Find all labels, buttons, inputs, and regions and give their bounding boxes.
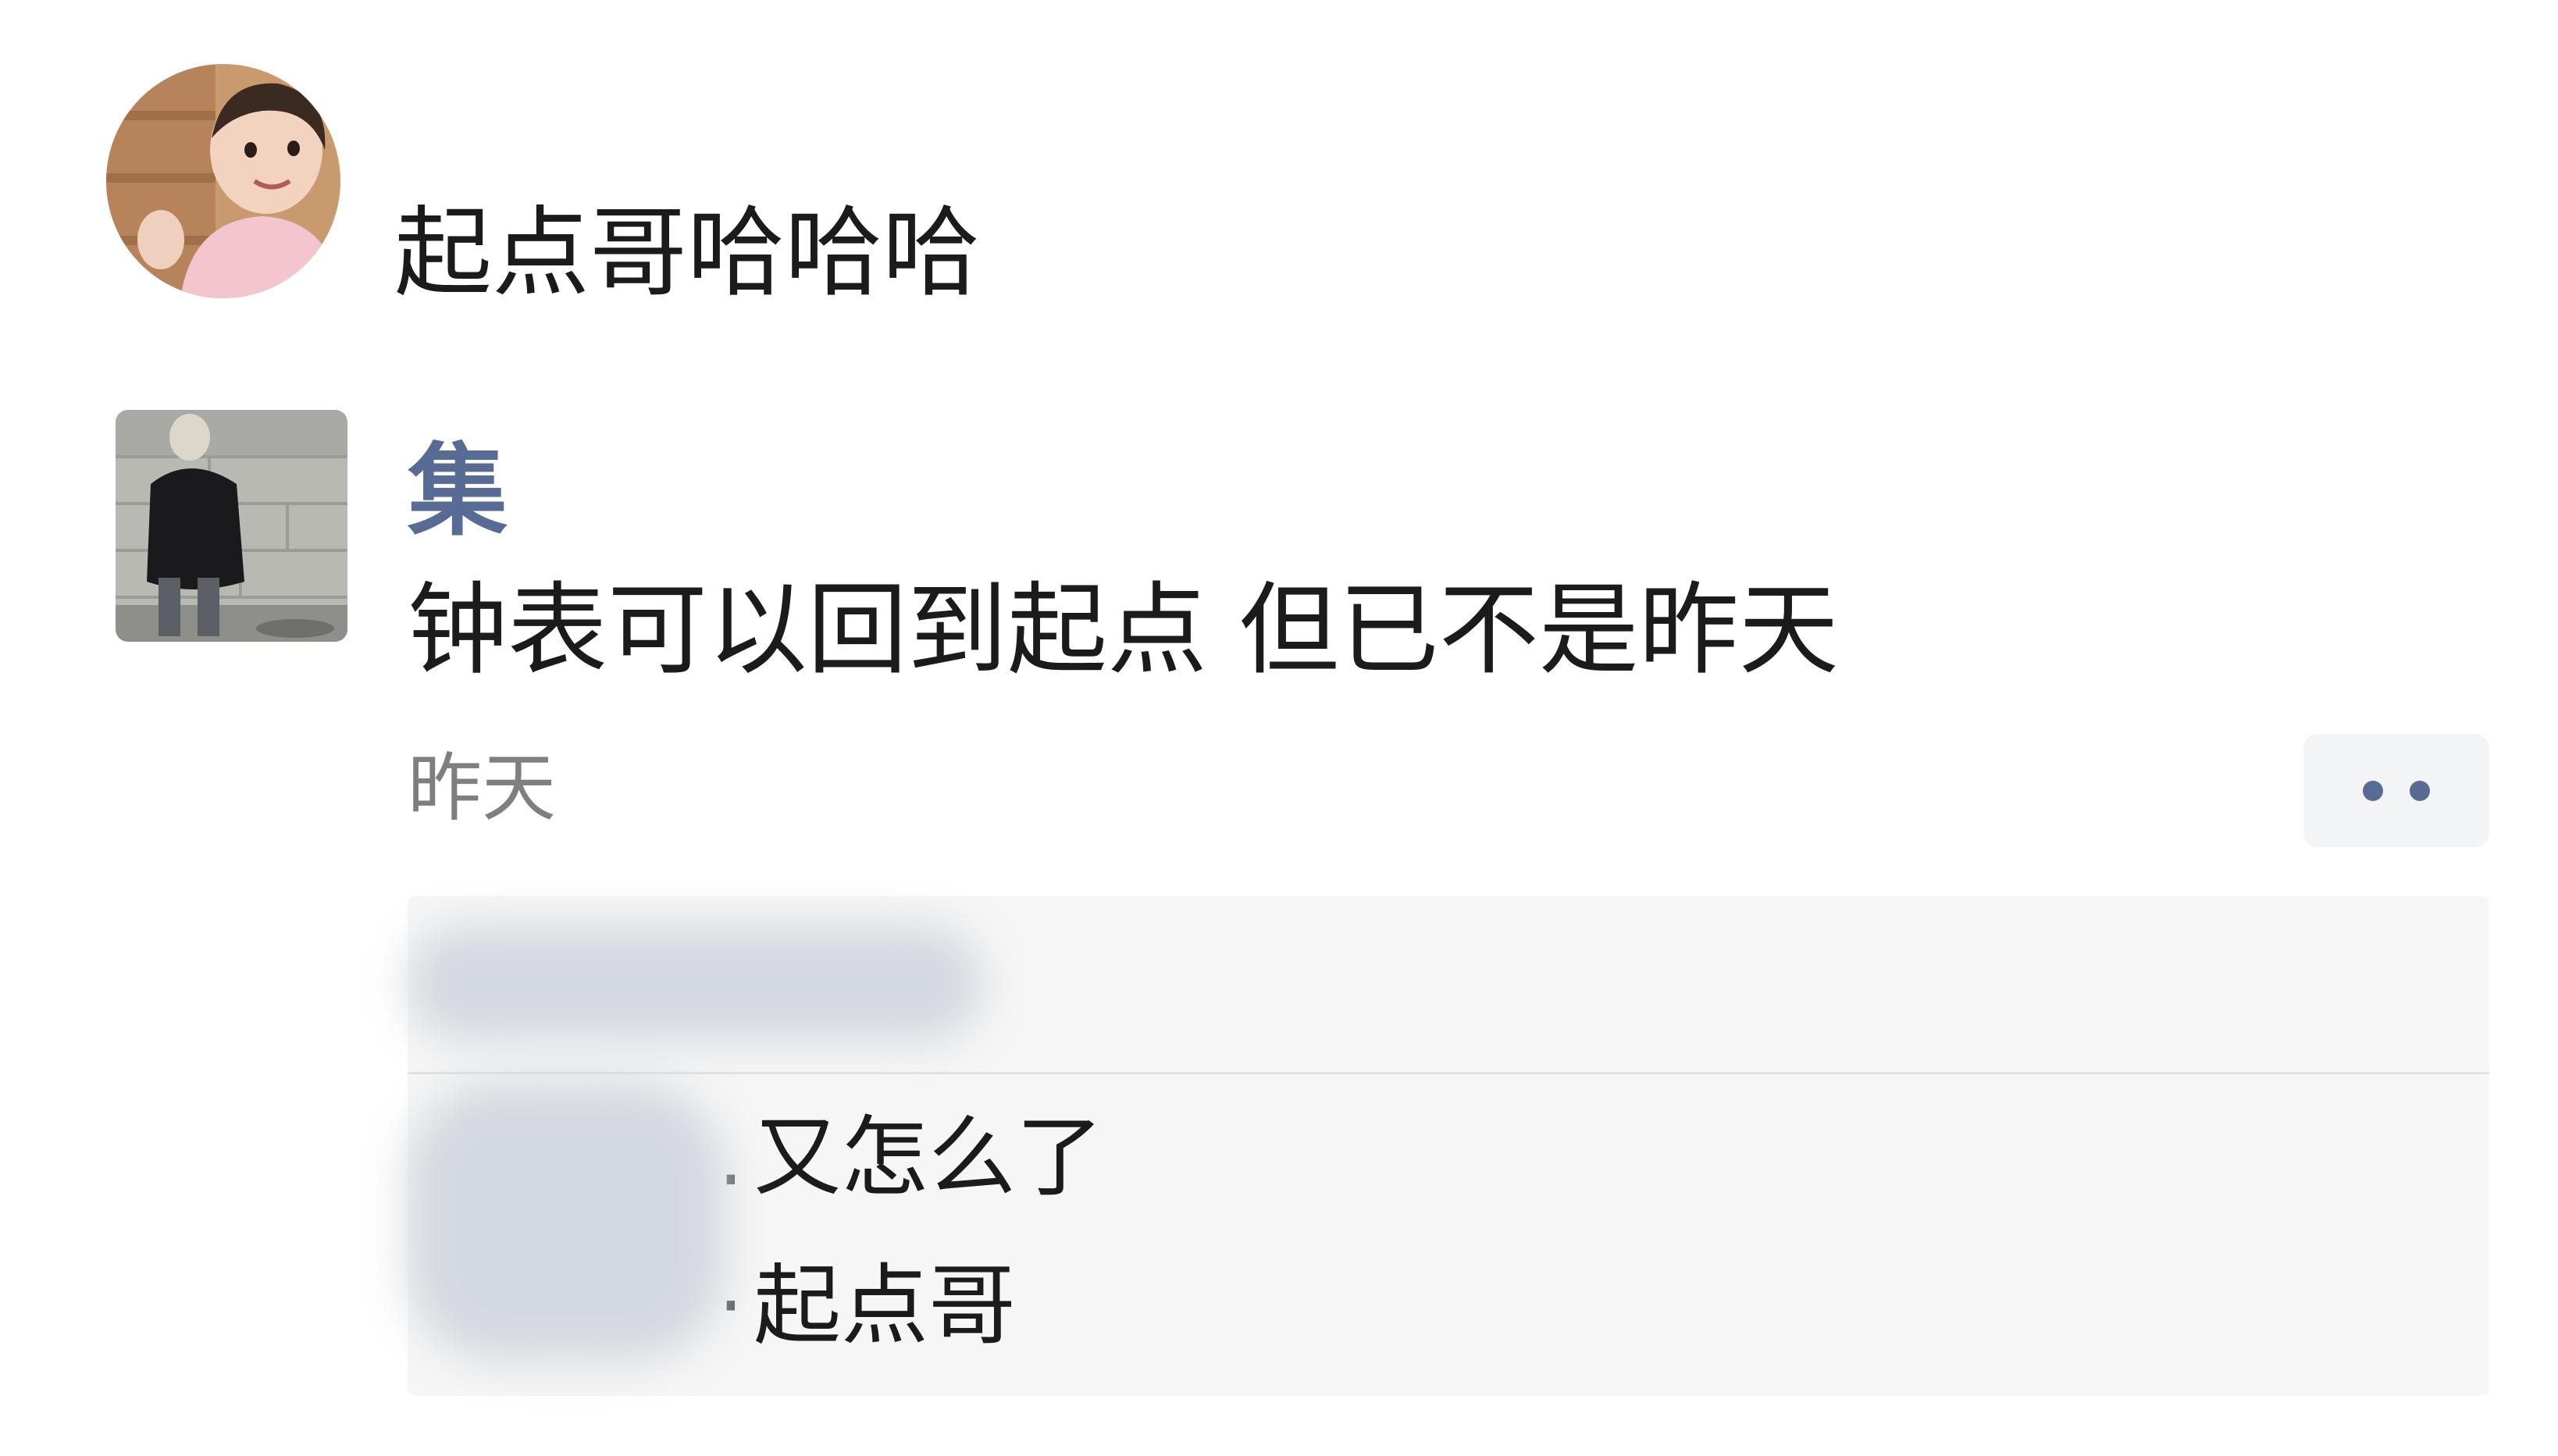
- post-text: 钟表可以回到起点 但已不是昨天: [408, 572, 1839, 689]
- redaction-blur-commenters: [406, 1081, 726, 1362]
- post-timestamp: 昨天: [408, 746, 557, 831]
- more-actions-button[interactable]: [2303, 734, 2489, 847]
- two-dots-icon: [2410, 780, 2430, 801]
- comment-text: 又怎么了: [754, 1107, 1103, 1209]
- child-photo-image: [106, 64, 340, 298]
- post-author-avatar[interactable]: [116, 410, 347, 642]
- user-avatar-round[interactable]: [106, 64, 340, 298]
- redaction-blur-likes: [406, 925, 984, 1042]
- chat-message-text: 起点哥哈哈哈: [394, 197, 980, 310]
- author-photo-image: [116, 410, 347, 642]
- two-dots-icon: [2363, 780, 2383, 801]
- divider: [408, 1072, 2489, 1074]
- comment-text: 起点哥: [754, 1255, 1016, 1357]
- post-author-name[interactable]: 集: [408, 433, 508, 550]
